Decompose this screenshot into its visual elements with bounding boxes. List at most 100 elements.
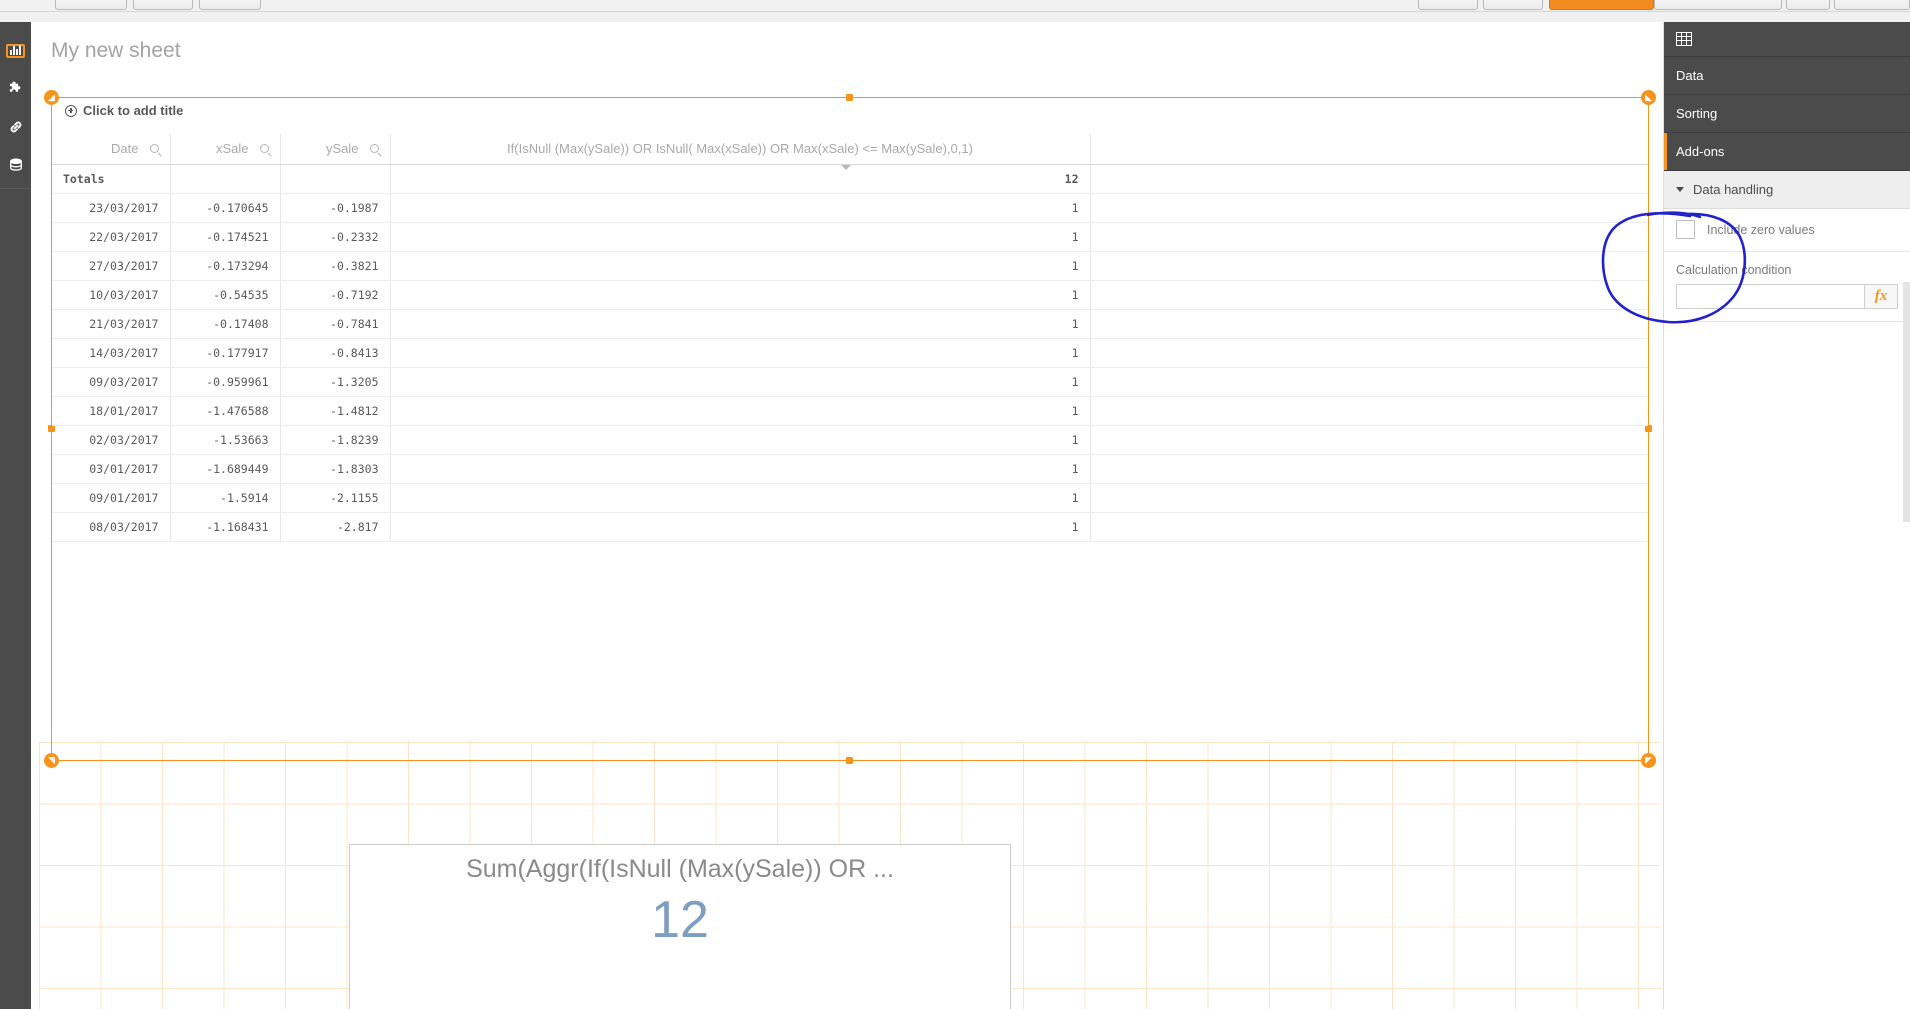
- cell-date[interactable]: 02/03/2017: [52, 425, 171, 455]
- cell-xsale[interactable]: -0.177917: [170, 338, 281, 368]
- column-header-expression[interactable]: If(IsNull (Max(ySale)) OR IsNull( Max(xS…: [390, 134, 1091, 165]
- cell-expression[interactable]: 1: [390, 454, 1091, 484]
- minimize-button[interactable]: [1834, 0, 1910, 10]
- calculation-condition-input[interactable]: [1676, 284, 1864, 309]
- cell-expression[interactable]: 1: [390, 367, 1091, 397]
- column-header-date[interactable]: Date: [52, 134, 171, 165]
- table-row[interactable]: 03/01/2017 -1.689449 -1.8303 1: [52, 454, 1648, 484]
- panel-tab-data-label: Data: [1676, 68, 1704, 83]
- column-header-ysale[interactable]: ySale: [280, 134, 391, 165]
- cell-xsale[interactable]: -0.174521: [170, 222, 281, 252]
- cell-expression[interactable]: 1: [390, 512, 1091, 542]
- rail-item-charts[interactable]: [0, 32, 31, 70]
- cell-xsale[interactable]: -1.5914: [170, 483, 281, 513]
- cell-xsale[interactable]: -0.173294: [170, 251, 281, 281]
- cell-xsale[interactable]: -1.476588: [170, 396, 281, 426]
- cell-xsale[interactable]: -0.959961: [170, 367, 281, 397]
- cell-xsale[interactable]: -0.54535: [170, 280, 281, 310]
- resize-handle-bottom-left[interactable]: ◥: [44, 753, 59, 768]
- active-app-button[interactable]: [1549, 0, 1654, 10]
- toolbar-button-3[interactable]: [199, 0, 261, 10]
- include-zero-values-checkbox[interactable]: [1676, 220, 1695, 239]
- cell-expression[interactable]: 1: [390, 280, 1091, 310]
- table-row[interactable]: 21/03/2017 -0.17408 -0.7841 1: [52, 309, 1648, 339]
- column-header-xsale[interactable]: xSale: [170, 134, 281, 165]
- panel-tab-data[interactable]: Data: [1664, 57, 1910, 95]
- cell-expression[interactable]: 1: [390, 425, 1091, 455]
- cell-ysale[interactable]: -0.3821: [280, 251, 391, 281]
- table-row[interactable]: 02/03/2017 -1.53663 -1.8239 1: [52, 425, 1648, 455]
- add-title-button[interactable]: Click to add title: [65, 103, 183, 118]
- table-row[interactable]: 09/03/2017 -0.959961 -1.3205 1: [52, 367, 1648, 397]
- cell-date[interactable]: 09/03/2017: [52, 367, 171, 397]
- cell-expression[interactable]: 1: [390, 338, 1091, 368]
- cell-date[interactable]: 27/03/2017: [52, 251, 171, 281]
- cell-xsale[interactable]: -0.170645: [170, 193, 281, 223]
- cell-expression[interactable]: 1: [390, 222, 1091, 252]
- cell-expression[interactable]: 1: [390, 193, 1091, 223]
- cell-date[interactable]: 10/03/2017: [52, 280, 171, 310]
- cell-ysale[interactable]: -0.7841: [280, 309, 391, 339]
- cell-filler: [1090, 425, 1648, 455]
- search-icon[interactable]: [369, 144, 379, 154]
- cell-ysale[interactable]: -1.8239: [280, 425, 391, 455]
- rail-item-custom-objects[interactable]: [0, 70, 31, 108]
- cell-ysale[interactable]: -2.1155: [280, 483, 391, 513]
- sort-indicator-icon: [841, 165, 851, 170]
- star-button[interactable]: [1418, 0, 1478, 10]
- search-icon[interactable]: [259, 144, 269, 154]
- table-row[interactable]: 23/03/2017 -0.170645 -0.1987 1: [52, 193, 1648, 223]
- extension-button[interactable]: [1483, 0, 1543, 10]
- section-data-handling[interactable]: Data handling: [1664, 171, 1910, 209]
- resize-handle-bottom-right[interactable]: ◤: [1641, 753, 1656, 768]
- cell-ysale[interactable]: -0.7192: [280, 280, 391, 310]
- table-row[interactable]: 09/01/2017 -1.5914 -2.1155 1: [52, 483, 1648, 513]
- resize-handle-top[interactable]: [846, 94, 853, 101]
- resize-handle-top-right[interactable]: ◣: [1641, 90, 1656, 105]
- kpi-object[interactable]: Sum(Aggr(If(IsNull (Max(ySale)) OR ... 1…: [349, 844, 1011, 1009]
- toolbar-button-1[interactable]: [55, 0, 127, 10]
- table-row[interactable]: 14/03/2017 -0.177917 -0.8413 1: [52, 338, 1648, 368]
- resize-handle-top-left[interactable]: ◢: [44, 90, 59, 105]
- cell-date[interactable]: 18/01/2017: [52, 396, 171, 426]
- cell-ysale[interactable]: -2.817: [280, 512, 391, 542]
- cell-ysale[interactable]: -1.8303: [280, 454, 391, 484]
- cell-xsale[interactable]: -0.17408: [170, 309, 281, 339]
- cell-date[interactable]: 09/01/2017: [52, 483, 171, 513]
- cell-xsale[interactable]: -1.53663: [170, 425, 281, 455]
- toolbar-button-2[interactable]: [133, 0, 193, 10]
- cell-expression[interactable]: 1: [390, 309, 1091, 339]
- search-icon[interactable]: [149, 144, 159, 154]
- table-row[interactable]: 10/03/2017 -0.54535 -0.7192 1: [52, 280, 1648, 310]
- rail-item-fields[interactable]: [0, 146, 31, 184]
- cell-xsale[interactable]: -1.689449: [170, 454, 281, 484]
- panel-scrollbar[interactable]: [1903, 282, 1910, 522]
- sheet-title[interactable]: My new sheet: [51, 39, 181, 63]
- cell-expression[interactable]: 1: [390, 483, 1091, 513]
- cell-ysale[interactable]: -1.3205: [280, 367, 391, 397]
- cell-date[interactable]: 03/01/2017: [52, 454, 171, 484]
- panel-tab-sorting[interactable]: Sorting: [1664, 95, 1910, 133]
- cell-ysale[interactable]: -0.2332: [280, 222, 391, 252]
- cell-ysale[interactable]: -0.1987: [280, 193, 391, 223]
- table-row[interactable]: 08/03/2017 -1.168431 -2.817 1: [52, 512, 1648, 542]
- cell-date[interactable]: 22/03/2017: [52, 222, 171, 252]
- cell-date[interactable]: 23/03/2017: [52, 193, 171, 223]
- expression-editor-button[interactable]: fx: [1864, 284, 1898, 309]
- cell-ysale[interactable]: -1.4812: [280, 396, 391, 426]
- table-row[interactable]: 27/03/2017 -0.173294 -0.3821 1: [52, 251, 1648, 281]
- cell-date[interactable]: 08/03/2017: [52, 512, 171, 542]
- table-row[interactable]: 22/03/2017 -0.174521 -0.2332 1: [52, 222, 1648, 252]
- table-row[interactable]: 18/01/2017 -1.476588 -1.4812 1: [52, 396, 1648, 426]
- menu-button[interactable]: [1786, 0, 1830, 10]
- address-field[interactable]: [1654, 0, 1782, 10]
- cell-expression[interactable]: 1: [390, 396, 1091, 426]
- cell-date[interactable]: 14/03/2017: [52, 338, 171, 368]
- cell-xsale[interactable]: -1.168431: [170, 512, 281, 542]
- cell-date[interactable]: 21/03/2017: [52, 309, 171, 339]
- resize-handle-bottom[interactable]: [846, 757, 853, 764]
- panel-tab-addons[interactable]: Add-ons: [1664, 133, 1910, 171]
- cell-ysale[interactable]: -0.8413: [280, 338, 391, 368]
- rail-item-master-items-link[interactable]: [0, 108, 31, 146]
- cell-expression[interactable]: 1: [390, 251, 1091, 281]
